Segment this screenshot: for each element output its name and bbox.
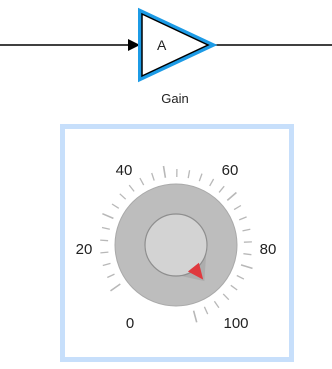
tick-label-80: 80 [260,241,277,258]
tick-label-0: 0 [126,315,134,332]
model-canvas: A Gain 0 20 40 60 80 100 [0,7,332,362]
tick-label-100: 100 [223,315,248,332]
gain-block-group[interactable]: A Gain [0,7,332,106]
gain-input-letter: A [157,37,167,53]
gain-block-label: Gain [161,91,188,106]
gain-block[interactable] [141,12,210,78]
tick-label-20: 20 [76,241,93,258]
knob[interactable] [114,183,238,307]
knob-tick [100,251,109,254]
tick-label-60: 60 [222,162,239,179]
tick-label-40: 40 [116,162,133,179]
knob-tick [100,239,109,242]
